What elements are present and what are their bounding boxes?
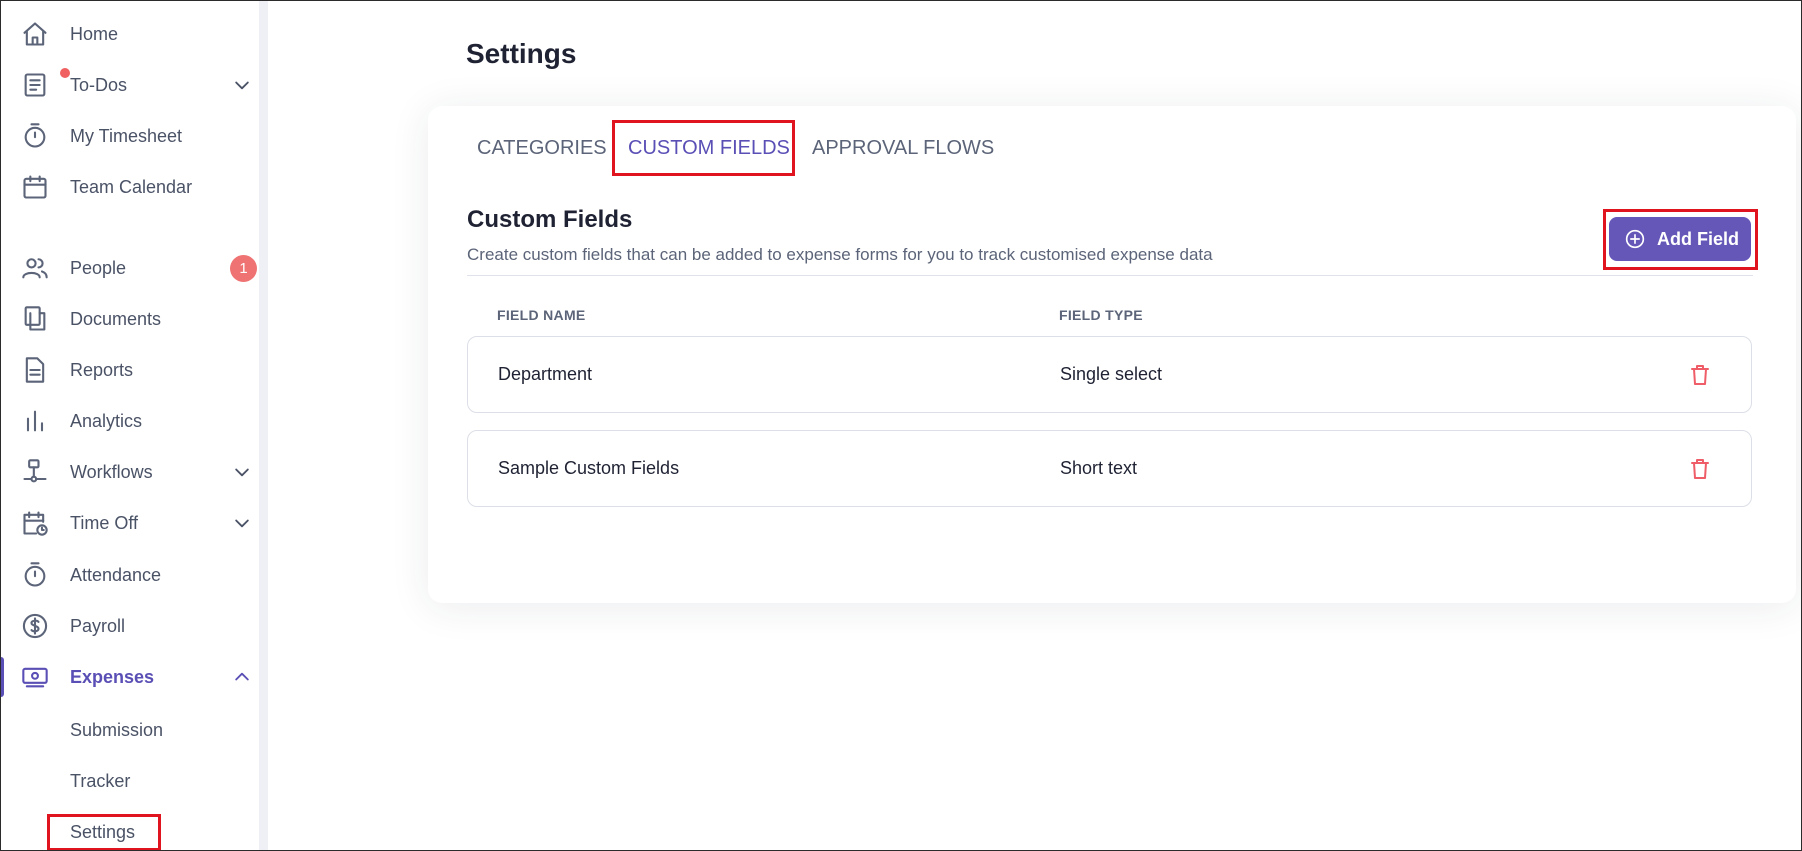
- sidebar-subitem-tracker[interactable]: Tracker: [70, 771, 130, 792]
- bar-chart-icon: [20, 406, 50, 436]
- add-field-label: Add Field: [1657, 229, 1739, 249]
- section-title: Custom Fields: [467, 206, 633, 233]
- field-name-cell: Department: [498, 364, 593, 384]
- dollar-coin-icon: [20, 611, 50, 641]
- plus-circle-icon: [1625, 229, 1645, 249]
- people-count-badge: 1: [230, 254, 257, 282]
- sidebar-item-label: Documents: [70, 308, 162, 329]
- sidebar-item-documents[interactable]: Documents: [0, 299, 259, 339]
- sidebar-item-label: Workflows: [70, 461, 153, 482]
- sidebar-item-attendance[interactable]: Attendance: [0, 555, 259, 595]
- sidebar-item-analytics[interactable]: Analytics: [0, 401, 259, 441]
- workflow-icon: [20, 457, 50, 487]
- table-row: Department Single select: [467, 336, 1752, 413]
- sidebar-item-label: Expenses: [70, 666, 155, 687]
- delete-icon[interactable]: [1688, 363, 1712, 387]
- section-description: Create custom fields that can be added t…: [467, 245, 1213, 264]
- sidebar-item-label: Home: [70, 23, 119, 44]
- people-icon: [20, 253, 50, 283]
- sidebar-item-my-timesheet[interactable]: My Timesheet: [0, 116, 259, 156]
- sidebar-subitem-settings[interactable]: Settings: [70, 822, 135, 843]
- sidebar-item-team-calendar[interactable]: Team Calendar: [0, 167, 259, 207]
- chevron-down-icon[interactable]: [232, 462, 252, 482]
- chevron-down-icon[interactable]: [232, 513, 252, 533]
- chevron-down-icon[interactable]: [232, 75, 252, 95]
- column-header-field-type: FIELD TYPE: [1059, 307, 1143, 323]
- stopwatch-icon: [20, 121, 50, 151]
- stopwatch-icon: [20, 560, 50, 590]
- sidebar-item-label: Attendance: [70, 564, 162, 585]
- tab-approval-flows[interactable]: APPROVAL FLOWS: [812, 137, 994, 160]
- money-icon: [20, 662, 50, 692]
- sidebar-item-home[interactable]: Home: [0, 14, 259, 54]
- sidebar-item-todos[interactable]: To-Dos: [0, 65, 259, 105]
- column-header-field-name: FIELD NAME: [497, 307, 586, 323]
- sidebar-item-label: Team Calendar: [70, 176, 193, 197]
- sidebar-item-expenses[interactable]: Expenses: [0, 657, 259, 697]
- delete-icon[interactable]: [1688, 457, 1712, 481]
- sidebar-item-workflows[interactable]: Workflows: [0, 452, 259, 492]
- calendar-icon: [20, 172, 50, 202]
- page-title: Settings: [466, 38, 577, 69]
- calendar-clock-icon: [20, 508, 50, 538]
- tab-custom-fields[interactable]: CUSTOM FIELDS: [628, 137, 790, 160]
- sidebar-item-people[interactable]: People 1: [0, 248, 259, 288]
- sidebar-item-label: My Timesheet: [70, 125, 183, 146]
- add-field-button[interactable]: Add Field: [1609, 217, 1751, 261]
- table-row: Sample Custom Fields Short text: [467, 430, 1752, 507]
- chevron-up-icon[interactable]: [232, 667, 252, 687]
- sidebar-item-label: People: [70, 257, 127, 278]
- sidebar-item-payroll[interactable]: Payroll: [0, 606, 259, 646]
- sidebar: Home To-Dos My Timesheet Team Calendar P…: [0, 0, 268, 851]
- sidebar-item-label: To-Dos: [70, 74, 128, 95]
- tab-categories[interactable]: CATEGORIES: [477, 137, 607, 160]
- sidebar-item-label: Analytics: [70, 410, 143, 431]
- home-icon: [20, 19, 50, 49]
- todo-list-icon: [20, 68, 70, 100]
- divider: [467, 275, 1753, 276]
- sidebar-item-label: Time Off: [70, 512, 139, 533]
- sidebar-item-reports[interactable]: Reports: [0, 350, 259, 390]
- field-type-cell: Short text: [1060, 458, 1138, 478]
- sidebar-item-time-off[interactable]: Time Off: [0, 503, 259, 543]
- sidebar-subitem-submission[interactable]: Submission: [70, 720, 163, 741]
- sidebar-item-label: Reports: [70, 359, 134, 380]
- sidebar-item-label: Payroll: [70, 615, 126, 636]
- notification-dot: [60, 68, 70, 78]
- documents-icon: [20, 304, 50, 334]
- field-name-cell: Sample Custom Fields: [498, 458, 680, 478]
- field-type-cell: Single select: [1060, 364, 1163, 384]
- report-icon: [20, 355, 50, 385]
